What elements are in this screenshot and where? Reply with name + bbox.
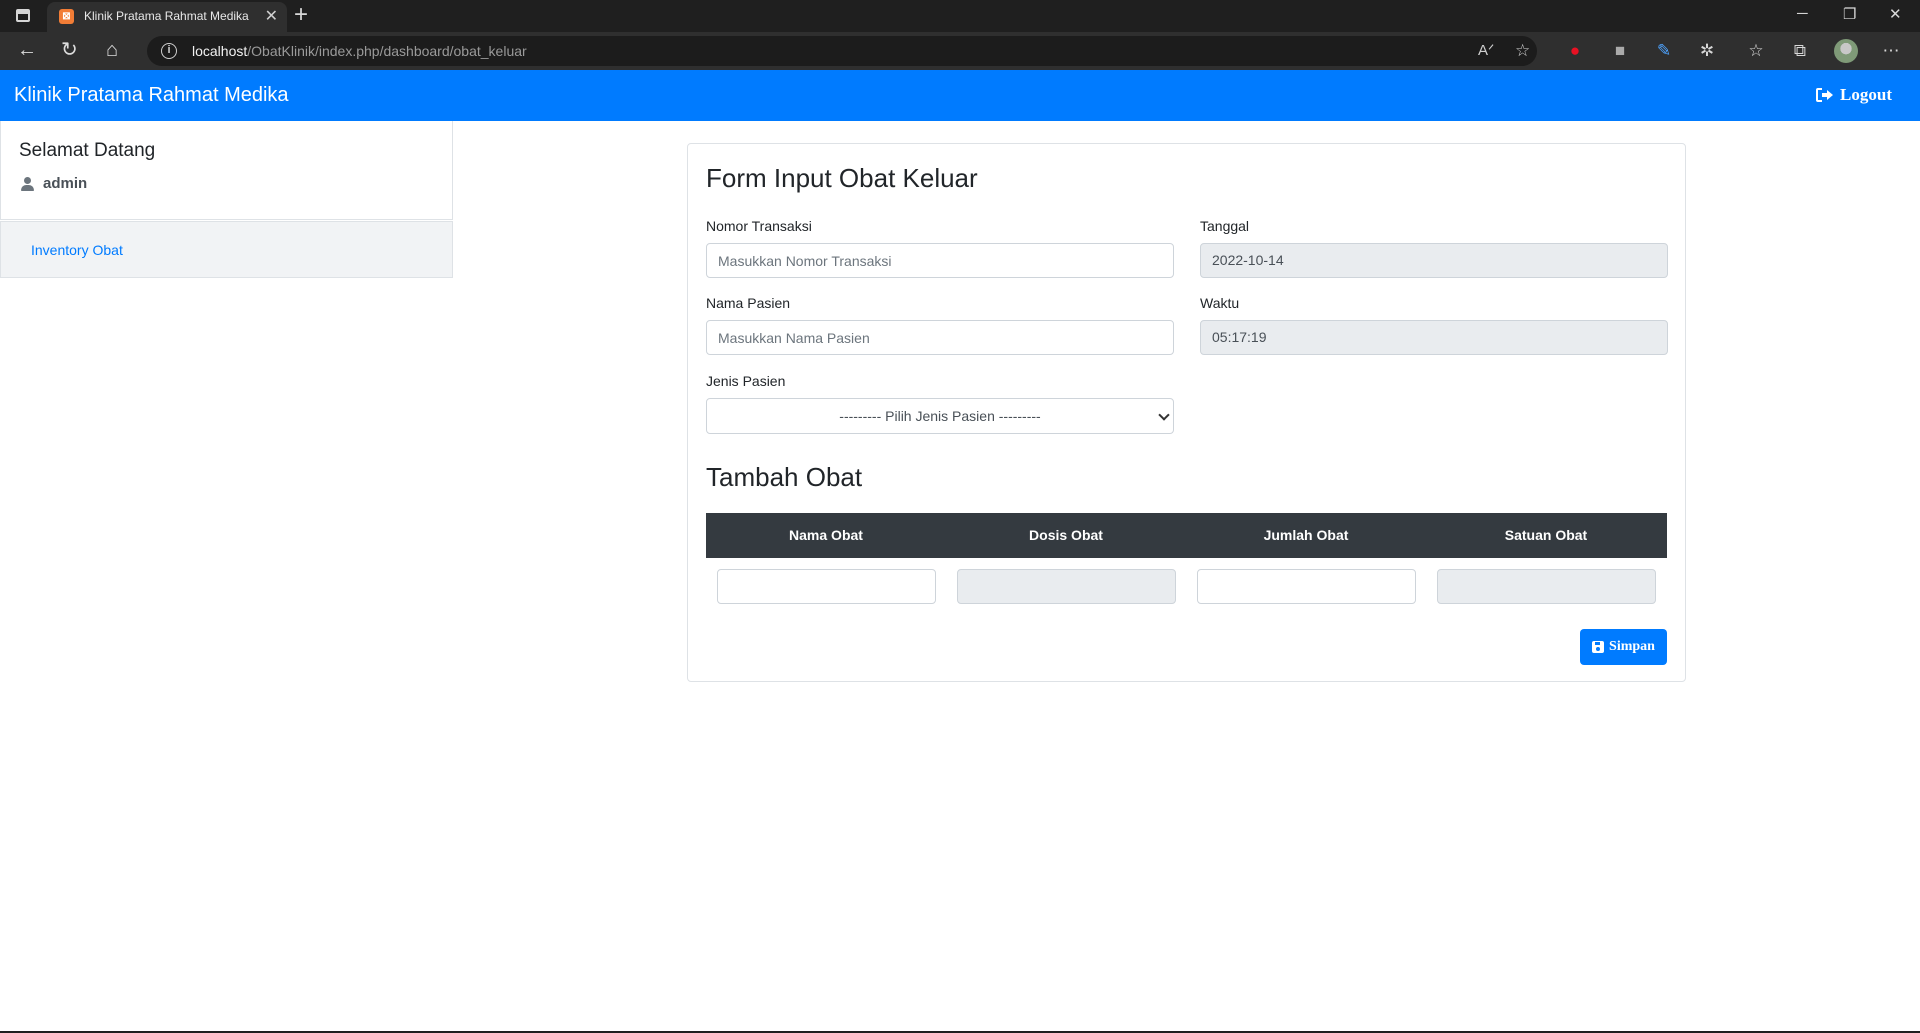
save-icon [1592,641,1605,653]
column-header: Satuan Obat [1504,527,1588,543]
username: admin [43,175,88,192]
jenis-pasien-select[interactable]: --------- Pilih Jenis Pasien --------- [706,398,1174,434]
tanggal-input: 2022-10-14 [1200,243,1668,278]
sidebar-item-inventory-obat[interactable]: Inventory Obat [31,242,123,258]
obat-table-header: Nama Obat Dosis Obat Jumlah Obat Satuan … [706,513,1667,558]
save-button[interactable]: Simpan [1580,629,1667,665]
column-header: Dosis Obat [1029,527,1103,543]
browser-tab[interactable]: ⊠ Klinik Pratama Rahmat Medika ✕ [47,2,287,32]
chevron-down-icon [1158,409,1170,421]
nomor-transaksi-label: Nomor Transaksi [706,218,812,234]
welcome-heading: Selamat Datang [19,140,156,161]
tab-close-icon[interactable]: ✕ [265,6,278,26]
save-label: Simpan [1609,639,1655,654]
extension-icon[interactable]: ✎ [1654,41,1674,61]
brand-title[interactable]: Klinik Pratama Rahmat Medika [14,84,289,107]
minimize-icon[interactable]: ─ [1797,5,1808,22]
tambah-obat-title: Tambah Obat [706,462,863,492]
form-title: Form Input Obat Keluar [706,163,978,193]
browser-tab-bar: ⊠ Klinik Pratama Rahmat Medika ✕ + ─ ❐ ✕ [0,0,1920,32]
favicon-icon: ⊠ [59,9,74,24]
read-aloud-icon[interactable]: Aᐟ [1478,41,1494,59]
nomor-transaksi-input[interactable] [706,243,1174,278]
favorites-icon[interactable]: ☆ [1746,41,1766,61]
jenis-pasien-selected: --------- Pilih Jenis Pasien --------- [839,408,1041,424]
logout-button[interactable]: Logout [1816,85,1892,105]
site-info-icon[interactable]: i [161,43,177,59]
restore-icon[interactable]: ❐ [1843,5,1856,23]
user-icon [21,176,34,191]
column-header: Jumlah Obat [1263,527,1349,543]
home-icon[interactable]: ⌂ [106,38,118,62]
satuan-obat-input [1437,569,1656,604]
nama-pasien-input[interactable] [706,320,1174,355]
jumlah-obat-input[interactable] [1197,569,1416,604]
welcome-card: Selamat Datang admin [0,121,453,220]
new-tab-icon[interactable]: + [294,1,308,29]
sign-out-icon [1816,88,1834,102]
sidebar-menu: Inventory Obat [0,221,453,278]
waktu-label: Waktu [1200,295,1240,311]
form-card: Form Input Obat Keluar Nomor Transaksi T… [687,143,1686,682]
extension-icon[interactable]: ● [1565,41,1585,61]
app-navbar: Klinik Pratama Rahmat Medika Logout [0,70,1920,121]
refresh-icon[interactable]: ↻ [61,38,78,62]
extensions-icon[interactable]: ✲ [1697,41,1717,61]
tanggal-label: Tanggal [1200,218,1250,234]
window-close-icon[interactable]: ✕ [1889,5,1902,23]
user-info: admin [21,175,87,192]
jenis-pasien-label: Jenis Pasien [706,373,786,389]
back-icon[interactable]: ← [17,38,37,62]
extension-icon[interactable]: ■ [1610,41,1630,61]
nama-pasien-label: Nama Pasien [706,295,791,311]
browser-toolbar: ← ↻ ⌂ i localhost/ObatKlinik/index.php/d… [0,32,1920,70]
nama-obat-input[interactable] [717,569,936,604]
favorite-add-icon[interactable]: ☆ [1515,41,1530,61]
waktu-input: 05:17:19 [1200,320,1668,355]
more-menu-icon[interactable]: ⋯ [1881,41,1901,61]
logout-label: Logout [1840,85,1892,104]
url-text: localhost/ObatKlinik/index.php/dashboard… [192,43,527,59]
address-bar[interactable]: i localhost/ObatKlinik/index.php/dashboa… [147,36,1537,66]
tab-actions-icon[interactable] [16,9,30,22]
collections-icon[interactable]: ⧉ [1790,41,1810,61]
profile-avatar[interactable] [1834,39,1858,63]
tab-title: Klinik Pratama Rahmat Medika [84,9,249,23]
column-header: Nama Obat [789,527,863,543]
dosis-obat-input [957,569,1176,604]
